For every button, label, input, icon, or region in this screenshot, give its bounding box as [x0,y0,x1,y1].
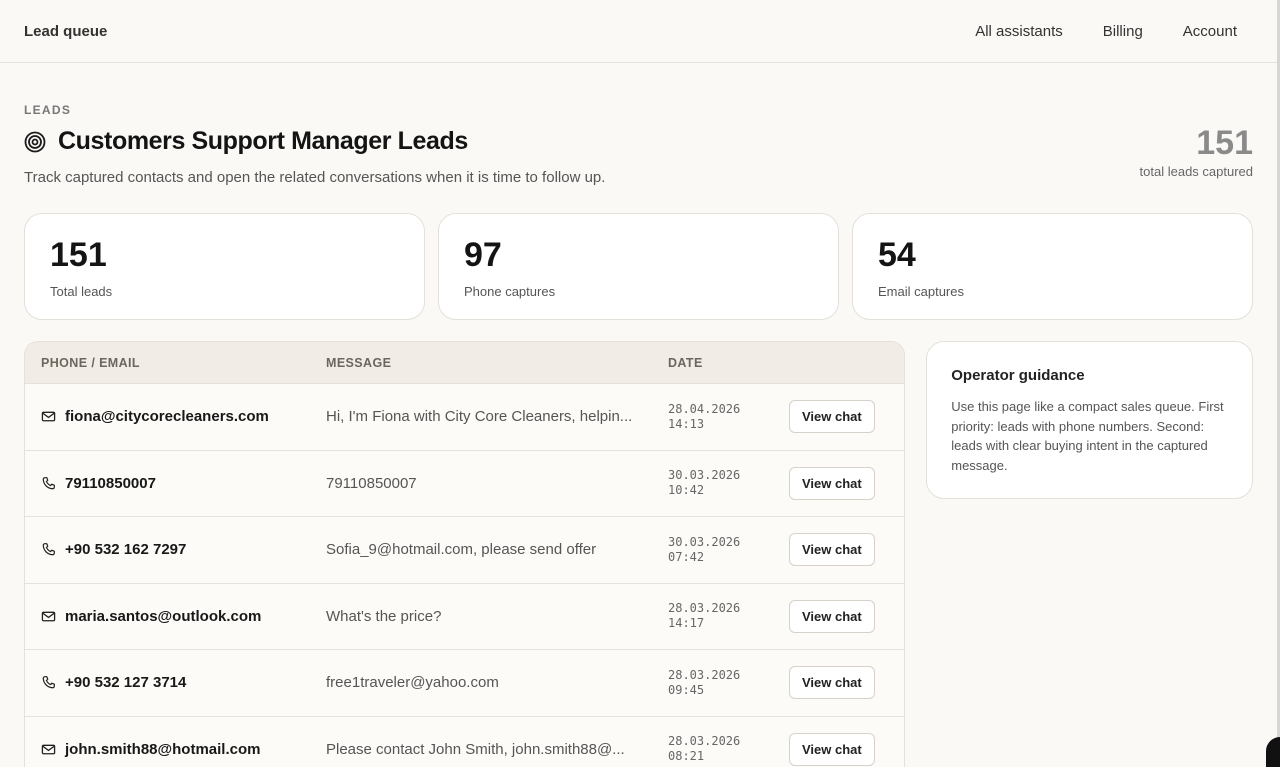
target-icon [24,131,46,153]
stat-label: Email captures [878,284,964,299]
view-chat-button[interactable]: View chat [789,466,875,500]
message-cell: Sofia_9@hotmail.com, please send offer [326,541,597,559]
contact-cell: fiona@citycorecleaners.com [25,408,326,425]
contact-cell: maria.santos@outlook.com [25,608,326,625]
table-row: john.smith88@hotmail.com Please contact J… [25,716,905,767]
stat-label: Phone captures [464,284,556,299]
table-row: +90 532 162 7297 Sofia_9@hotmail.com, ple… [25,517,905,584]
guidance-title: Operator guidance [951,367,1085,384]
column-header-date: DATE [668,355,703,370]
message-cell: free1traveler@yahoo.com [326,674,499,692]
time-value: 14:17 [668,616,705,631]
date-value: 28.03.2026 [668,734,741,749]
view-chat-button[interactable]: View chat [789,400,875,434]
leads-table: PHONE / EMAIL MESSAGE DATE fiona@citycor… [24,341,906,767]
date-value: 28.04.2026 [668,401,741,416]
page-header: LEADS Customers Support Manager Leads Tr… [0,63,1280,213]
stat-value: 54 [878,236,916,274]
view-chat-button[interactable]: View chat [789,533,875,567]
stat-value: 97 [464,236,502,274]
page-subtitle: Track captured contacts and open the rel… [24,169,606,186]
stat-card-total: 151 Total leads [24,213,425,320]
total-summary: 151 total leads captured [1140,126,1253,179]
main-content: PHONE / EMAIL MESSAGE DATE fiona@citycor… [0,320,1280,767]
contact-cell: +90 532 127 3714 [25,674,326,691]
brand-title[interactable]: Lead queue [24,23,107,40]
nav-billing[interactable]: Billing [1083,15,1163,48]
message-cell: Please contact John Smith, john.smith88@… [326,740,625,758]
nav-account[interactable]: Account [1163,15,1256,48]
total-count: 151 [1196,124,1253,162]
window-corner [1266,737,1280,767]
mail-icon [41,742,56,757]
column-header-message: MESSAGE [326,355,392,370]
message-cell: Hi, I'm Fiona with City Core Cleaners, h… [326,408,633,426]
stat-label: Total leads [50,284,113,299]
message-cell: What's the price? [326,607,442,625]
contact-cell: +90 532 162 7297 [25,541,326,558]
table-row: 79110850007 79110850007 30.03.2026 10:42 Vie… [25,450,905,517]
date-cell: 30.03.2026 10:42 [668,468,789,498]
time-value: 10:42 [668,483,705,498]
time-value: 08:21 [668,749,705,764]
table-header: PHONE / EMAIL MESSAGE DATE [25,342,905,384]
view-chat-button[interactable]: View chat [789,599,875,633]
time-value: 14:13 [668,416,705,431]
date-cell: 28.04.2026 14:13 [668,402,789,432]
nav-all-assistants[interactable]: All assistants [955,15,1083,48]
date-value: 30.03.2026 [668,534,741,549]
page-title: Customers Support Manager Leads [58,127,468,155]
mail-icon [41,609,56,624]
top-bar: Lead queue All assistants Billing Accoun… [0,0,1280,63]
table-body: fiona@citycorecleaners.com Hi, I'm Fiona … [25,384,905,767]
date-value: 28.03.2026 [668,601,741,616]
contact-cell: 79110850007 [25,475,326,492]
table-row: +90 532 127 3714 free1traveler@yahoo.com 2… [25,650,905,717]
date-cell: 28.03.2026 09:45 [668,668,789,698]
mail-icon [41,409,56,424]
contact-value: john.smith88@hotmail.com [65,740,261,758]
contact-value: +90 532 162 7297 [65,541,187,559]
date-cell: 28.03.2026 14:17 [668,601,789,631]
time-value: 07:42 [668,549,705,564]
date-value: 28.03.2026 [668,667,741,682]
top-nav: All assistants Billing Account [955,15,1256,48]
stats-row: 151 Total leads 97 Phone captures 54 Ema… [0,213,1280,320]
column-header-contact: PHONE / EMAIL [41,355,140,370]
time-value: 09:45 [668,682,705,697]
table-row: maria.santos@outlook.com What's the price… [25,583,905,650]
contact-value: fiona@citycorecleaners.com [65,408,269,426]
operator-guidance-card: Operator guidance Use this page like a c… [926,341,1253,499]
view-chat-button[interactable]: View chat [789,732,875,766]
stat-card-email: 54 Email captures [852,213,1253,320]
phone-icon [41,542,56,557]
date-cell: 28.03.2026 08:21 [668,734,789,764]
view-chat-button[interactable]: View chat [789,666,875,700]
date-cell: 30.03.2026 07:42 [668,535,789,565]
contact-cell: john.smith88@hotmail.com [25,741,326,758]
contact-value: maria.santos@outlook.com [65,607,262,625]
contact-value: +90 532 127 3714 [65,674,187,692]
section-eyebrow: LEADS [24,103,72,117]
total-label: total leads captured [1139,164,1253,179]
phone-icon [41,476,56,491]
message-cell: 79110850007 [326,474,417,492]
table-row: fiona@citycorecleaners.com Hi, I'm Fiona … [25,384,905,451]
date-value: 30.03.2026 [668,468,741,483]
contact-value: 79110850007 [65,474,156,492]
phone-icon [41,675,56,690]
guidance-text: Use this page like a compact sales queue… [951,399,1224,473]
stat-value: 151 [50,236,107,274]
stat-card-phone: 97 Phone captures [438,213,839,320]
